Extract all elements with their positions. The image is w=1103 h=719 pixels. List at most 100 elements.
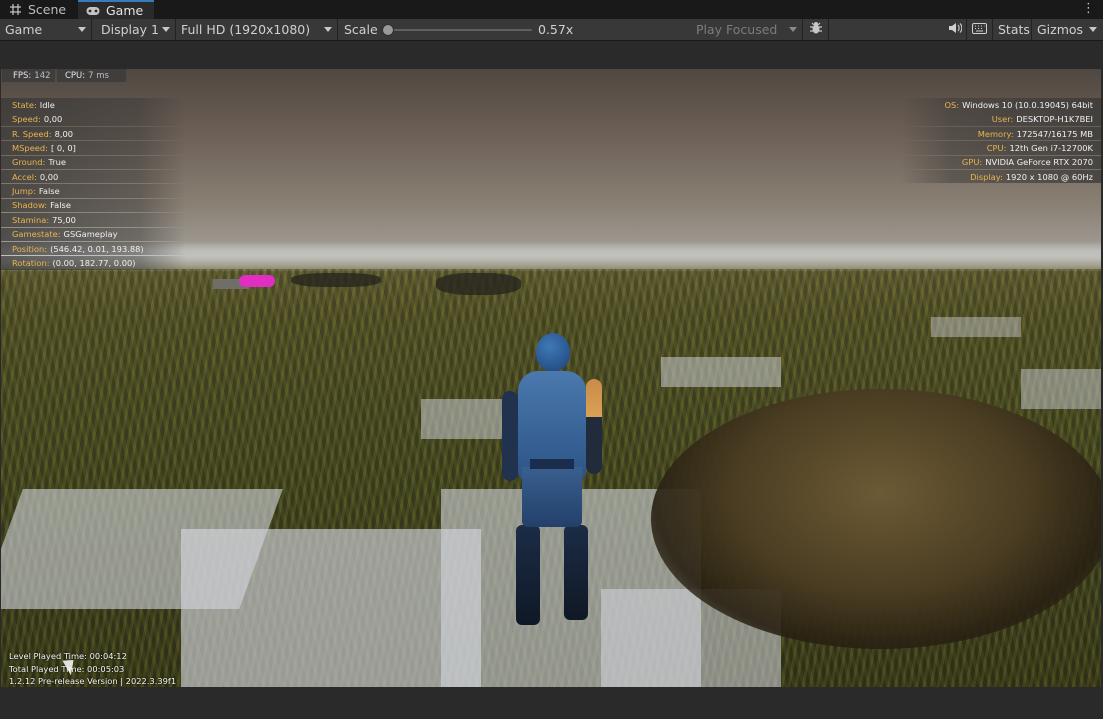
stat-row: Ground: True xyxy=(1,155,186,170)
stat-row: Stamina: 75,00 xyxy=(1,213,186,227)
chevron-down-icon xyxy=(789,27,797,32)
mute-audio-button[interactable] xyxy=(943,19,967,40)
stat-key: Accel: xyxy=(12,171,37,182)
stat-key: Speed: xyxy=(12,114,41,125)
snow-patch xyxy=(931,317,1021,337)
tab-scene-label: Scene xyxy=(28,2,67,17)
stats-button[interactable]: Stats xyxy=(993,19,1032,40)
gizmos-dropdown[interactable] xyxy=(1085,19,1103,40)
character-leg xyxy=(564,525,588,620)
bug-button[interactable] xyxy=(803,19,829,40)
game-toolbar: Game Display 1 Full HD (1920x1080) Scale… xyxy=(0,19,1103,41)
sysinfo-value: Windows 10 (10.0.19045) 64bit xyxy=(962,99,1093,110)
stat-value: 8,00 xyxy=(54,128,74,139)
keyboard-shortcuts-button[interactable] xyxy=(967,19,993,40)
fps-readout: FPS: 142 xyxy=(2,69,55,82)
character-head xyxy=(536,333,570,371)
cpu-value: 7 ms xyxy=(88,70,109,81)
stat-value: (546.42, 0.01, 193.88) xyxy=(50,243,144,254)
cpu-readout: CPU: 7 ms xyxy=(57,69,126,82)
view-mode-label: Game xyxy=(5,22,43,37)
total-played-time: Total Played Time: 00:05:03 xyxy=(9,663,125,674)
stat-value: 0,00 xyxy=(43,114,63,125)
display-label: Display 1 xyxy=(101,22,160,37)
character-arm xyxy=(586,379,602,474)
sysinfo-key: Memory: xyxy=(977,128,1014,139)
stat-key: Ground: xyxy=(12,157,46,168)
gizmos-button[interactable]: Gizmos xyxy=(1033,19,1085,40)
stat-value: Idle xyxy=(39,99,55,110)
tab-game[interactable]: Game xyxy=(78,0,154,19)
sysinfo-row: CPU: 12th Gen i7-12700K xyxy=(901,141,1101,155)
fps-value: 142 xyxy=(34,70,51,81)
character-skirt xyxy=(522,467,582,527)
sysinfo-key: User: xyxy=(991,114,1014,125)
scale-value: 0.57x xyxy=(533,19,593,40)
scale-slider-handle[interactable] xyxy=(382,24,394,36)
stat-row: Accel: 0,00 xyxy=(1,169,186,184)
scale-slider-track[interactable] xyxy=(387,29,532,31)
speaker-icon xyxy=(948,22,962,37)
stat-key: Position: xyxy=(12,243,48,254)
stat-row: Gamestate: GSGameplay xyxy=(1,227,186,242)
stat-key: MSpeed: xyxy=(12,142,48,153)
game-view[interactable]: FPS: 142 CPU: 7 ms State: Idle Speed: 0,00… xyxy=(0,41,1103,719)
sysinfo-row: User: DESKTOP-H1K7BEI xyxy=(901,112,1101,126)
fps-label: FPS: xyxy=(13,70,32,81)
bug-icon xyxy=(809,21,823,38)
playtime-info: Level Played Time: 00:04:12 Total Played… xyxy=(9,650,176,688)
version-label: 1.2.12 Pre-release Version | 2022.3.39f1 xyxy=(9,676,177,686)
stat-value: True xyxy=(48,157,66,168)
level-played-time: Level Played Time: 00:04:12 xyxy=(9,651,127,661)
play-mode-dropdown[interactable]: Play Focused xyxy=(691,19,803,40)
player-stats-panel: State: Idle Speed: 0,00 R. Speed: 8,00 MSpe… xyxy=(1,98,186,271)
stat-row: Jump: False xyxy=(1,184,186,198)
chevron-down-icon xyxy=(162,27,170,32)
stats-button-label: Stats xyxy=(998,22,1030,37)
stat-row: Speed: 0,00 xyxy=(1,112,186,126)
cpu-label: CPU: xyxy=(65,70,86,81)
player-character xyxy=(498,331,608,631)
snow-patch xyxy=(1021,369,1101,409)
sysinfo-key: CPU: xyxy=(986,142,1007,153)
stat-key: Shadow: xyxy=(12,200,48,211)
character-arm xyxy=(502,391,518,481)
sysinfo-row: OS: Windows 10 (10.0.19045) 64bit xyxy=(901,98,1101,112)
kebab-menu-icon[interactable]: ⋮ xyxy=(1082,2,1095,16)
stat-key: Jump: xyxy=(12,186,36,197)
chevron-down-icon xyxy=(78,27,86,32)
stat-key: Gamestate: xyxy=(12,229,61,240)
stat-key: Rotation: xyxy=(12,258,50,269)
stat-key: R. Speed: xyxy=(12,128,52,139)
sysinfo-value: 12th Gen i7-12700K xyxy=(1009,142,1093,153)
stat-value: GSGameplay xyxy=(63,229,118,240)
scale-label-text: Scale xyxy=(344,22,378,37)
stat-row: Rotation: (0.00, 182.77, 0.00) xyxy=(1,256,186,270)
tab-game-label: Game xyxy=(106,3,144,18)
tab-bar: Scene Game ⋮ xyxy=(0,0,1103,20)
stat-value: 0,00 xyxy=(39,171,59,182)
stat-value: False xyxy=(50,200,71,211)
sysinfo-key: Display: xyxy=(970,171,1003,182)
resolution-dropdown[interactable]: Full HD (1920x1080) xyxy=(176,19,338,40)
stat-key: State: xyxy=(12,99,37,110)
scale-label: Scale xyxy=(339,19,387,40)
grid-icon xyxy=(8,4,22,16)
stat-value: 75,00 xyxy=(52,214,76,225)
stat-value: [ 0, 0] xyxy=(50,142,76,153)
sysinfo-value: NVIDIA GeForce RTX 2070 xyxy=(985,157,1093,168)
resolution-label: Full HD (1920x1080) xyxy=(181,22,311,37)
sysinfo-value: 172547/16175 MB xyxy=(1016,128,1093,139)
stat-value: False xyxy=(38,186,60,197)
sysinfo-value: DESKTOP-H1K7BEI xyxy=(1016,114,1093,125)
stat-row: Shadow: False xyxy=(1,198,186,213)
sysinfo-key: GPU: xyxy=(961,157,983,168)
play-mode-label: Play Focused xyxy=(696,22,778,37)
distant-bush xyxy=(291,273,381,287)
large-bush xyxy=(651,389,1101,649)
sysinfo-row: Memory: 172547/16175 MB xyxy=(901,126,1101,141)
tab-scene[interactable]: Scene xyxy=(0,0,78,19)
view-mode-dropdown[interactable]: Game xyxy=(0,19,92,40)
stat-row: R. Speed: 8,00 xyxy=(1,126,186,141)
display-dropdown[interactable]: Display 1 xyxy=(96,19,176,40)
